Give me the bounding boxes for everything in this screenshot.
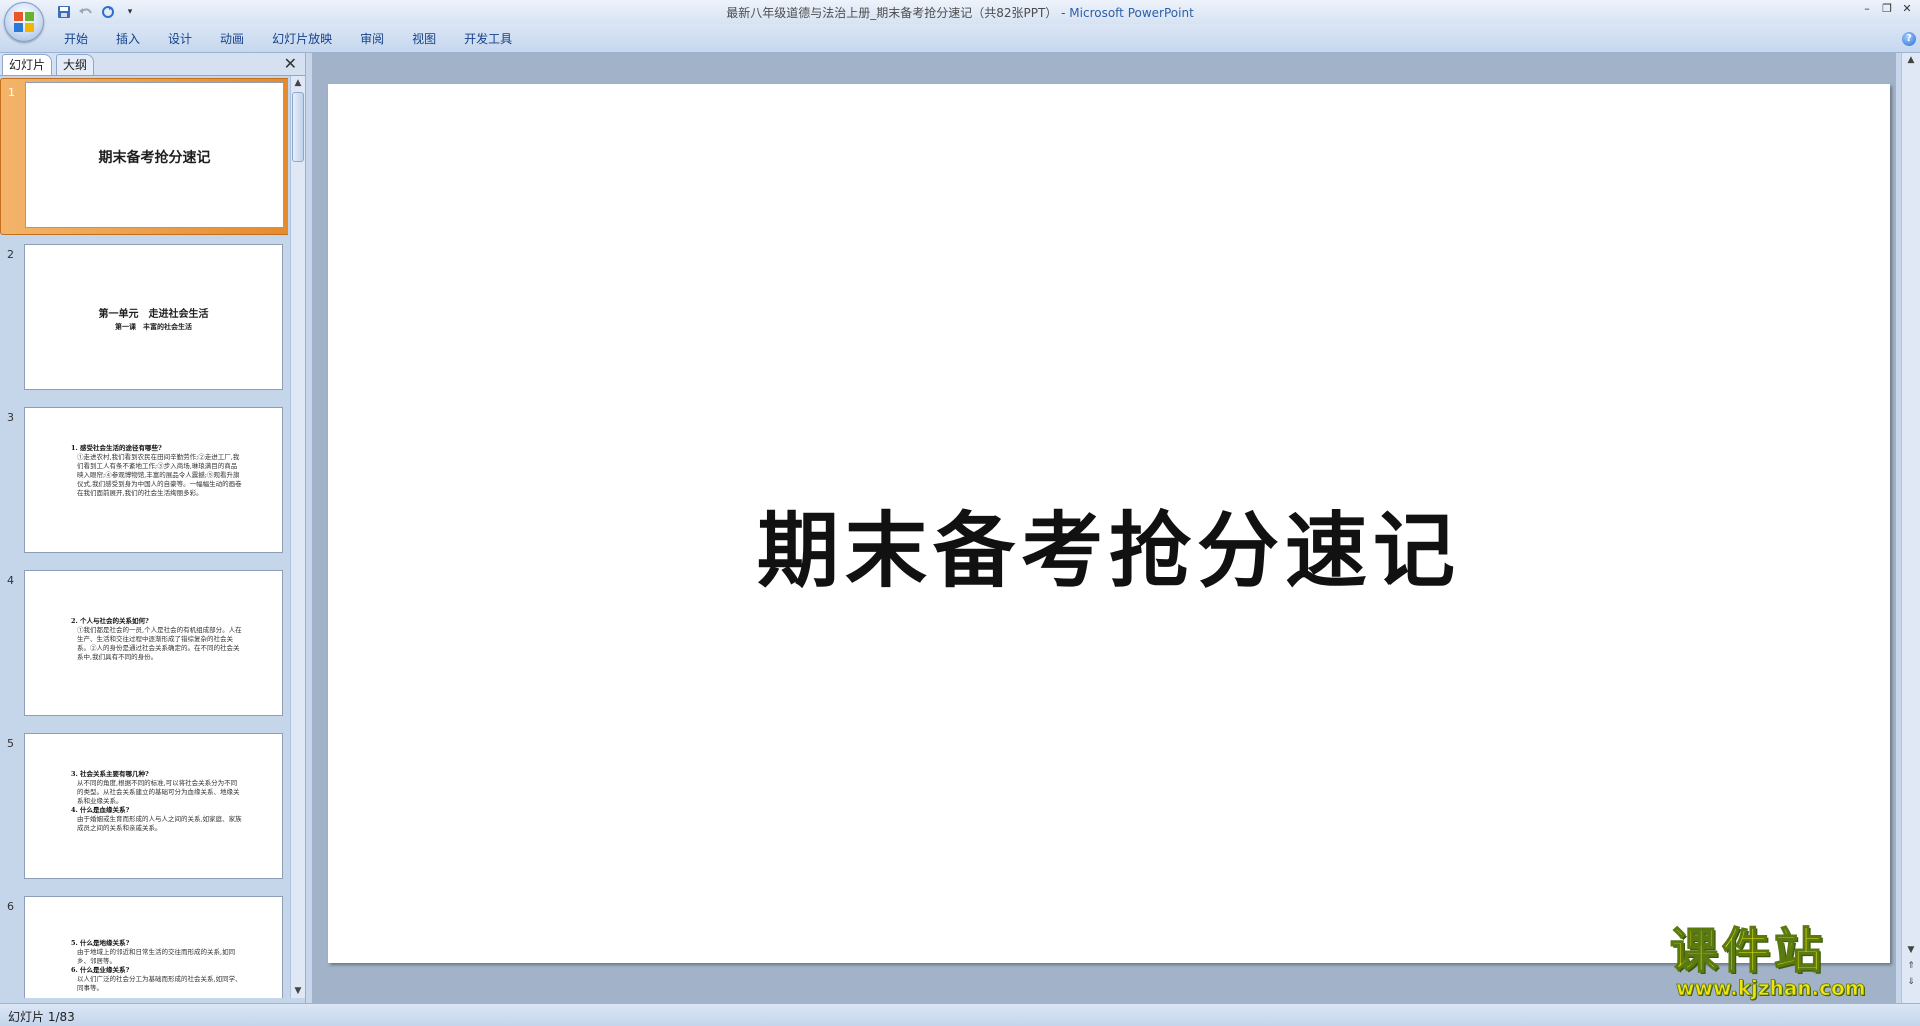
slide-number: 4 [7,574,14,587]
slide-thumbnail[interactable]: 1 期末备考抢分速记 [0,78,288,235]
main-scrollbar[interactable]: ▲ ▼ ⇑ ⇓ [1901,53,1920,1003]
slide-preview: 2. 个人与社会的关系如何? ①我们都是社会的一员,个人是社会的有机组成部分。人… [24,570,283,716]
slide-thumbnail[interactable]: 6 5. 什么是地缘关系? 由于地域上的邻近和日常生活的交往而形成的关系,如同乡… [0,893,288,998]
slide-preview: 3. 社会关系主要有哪几种? 从不同的角度,根据不同的标准,可以将社会关系分为不… [24,733,283,879]
tab-developer[interactable]: 开发工具 [450,30,526,48]
pane-tabs: 幻灯片 大纲 ✕ [0,53,305,76]
previous-slide-icon[interactable]: ⇑ [1902,959,1920,973]
close-button[interactable]: ✕ [1900,2,1914,16]
slide-thumbnail[interactable]: 5 3. 社会关系主要有哪几种? 从不同的角度,根据不同的标准,可以将社会关系分… [0,730,288,885]
slide-thumbnail[interactable]: 4 2. 个人与社会的关系如何? ①我们都是社会的一员,个人是社会的有机组成部分… [0,567,288,722]
office-logo-icon [14,12,34,32]
document-title: 最新八年级道德与法治上册_期末备考抢分速记（共82张PPT） [726,6,1058,20]
scroll-down-icon[interactable]: ▼ [1902,943,1920,957]
slide-number: 5 [7,737,14,750]
slide-thumbnail[interactable]: 2 第一单元 走进社会生活 第一课 丰富的社会生活 [0,241,288,396]
watermark-url: www.kjzhan.com [1676,976,1866,1000]
slide-preview-title: 第一单元 走进社会生活 [98,309,209,320]
slide-preview: 1. 感受社会生活的途径有哪些? ①走进农村,我们看到农民在田间辛勤劳作;②走进… [24,407,283,553]
slide-editor: 期末备考抢分速记 [312,53,1896,1003]
tab-insert[interactable]: 插入 [102,30,154,48]
help-icon[interactable]: ? [1902,32,1916,46]
tab-animations[interactable]: 动画 [206,30,258,48]
scroll-up-icon[interactable]: ▲ [1902,53,1920,67]
window-title: 最新八年级道德与法治上册_期末备考抢分速记（共82张PPT） - Microso… [726,6,1194,20]
ribbon-tabs: 开始 插入 设计 动画 幻灯片放映 审阅 视图 开发工具 [50,30,526,48]
slide-thumbnail[interactable]: 3 1. 感受社会生活的途径有哪些? ①走进农村,我们看到农民在田间辛勤劳作;②… [0,404,288,559]
slide-preview-subtitle: 第一课 丰富的社会生活 [115,322,192,331]
tab-review[interactable]: 审阅 [346,30,398,48]
title-bar: ▾ 最新八年级道德与法治上册_期末备考抢分速记（共82张PPT） - Micro… [0,0,1920,24]
slide-number: 2 [7,248,14,261]
pane-scrollbar[interactable]: ▲ ▼ [290,76,305,998]
slide-preview-body: 2. 个人与社会的关系如何? ①我们都是社会的一员,个人是社会的有机组成部分。人… [71,617,242,661]
tab-slide-show[interactable]: 幻灯片放映 [258,30,346,48]
watermark-logo: 课件站 www.kjzhan.com [1669,923,1900,1000]
slide-counter: 幻灯片 1/83 [8,1010,75,1024]
next-slide-icon[interactable]: ⇓ [1902,975,1920,989]
tab-view[interactable]: 视图 [398,30,450,48]
slide-preview-title: 期末备考抢分速记 [98,150,211,166]
slide-thumbnails: 1 期末备考抢分速记 2 第一单元 走进社会生活 第一课 丰富的社会生活 3 1… [0,76,288,998]
app-name: Microsoft PowerPoint [1069,6,1194,20]
slides-pane: 幻灯片 大纲 ✕ 1 期末备考抢分速记 2 第一单元 走进社会生活 第一课 丰富… [0,53,306,1003]
scroll-up-icon[interactable]: ▲ [291,76,305,90]
current-slide[interactable]: 期末备考抢分速记 [328,84,1890,963]
tab-home[interactable]: 开始 [50,30,102,48]
slide-number: 6 [7,900,14,913]
slide-preview: 第一单元 走进社会生活 第一课 丰富的社会生活 [24,244,283,390]
scroll-thumb[interactable] [292,92,304,162]
slide-number: 1 [8,86,15,99]
slide-preview: 5. 什么是地缘关系? 由于地域上的邻近和日常生活的交往而形成的关系,如同乡、邻… [24,896,283,998]
slide-preview: 期末备考抢分速记 [25,82,284,228]
watermark-title: 课件站 [1669,923,1827,979]
slide-preview-body: 5. 什么是地缘关系? 由于地域上的邻近和日常生活的交往而形成的关系,如同乡、邻… [71,939,242,992]
restore-button[interactable]: ❐ [1880,2,1894,16]
slide-preview-body: 3. 社会关系主要有哪几种? 从不同的角度,根据不同的标准,可以将社会关系分为不… [71,770,242,832]
tab-design[interactable]: 设计 [154,30,206,48]
office-button[interactable] [4,2,44,42]
slide-preview-body: 1. 感受社会生活的途径有哪些? ①走进农村,我们看到农民在田间辛勤劳作;②走进… [71,444,242,497]
slide-title[interactable]: 期末备考抢分速记 [328,484,1890,603]
tab-outline[interactable]: 大纲 [56,54,95,75]
close-pane-icon[interactable]: ✕ [284,55,297,73]
ribbon: 开始 插入 设计 动画 幻灯片放映 审阅 视图 开发工具 ? [0,24,1920,53]
window-controls: – ❐ ✕ [1860,2,1914,16]
slide-number: 3 [7,411,14,424]
status-bar: 幻灯片 1/83 [0,1003,1920,1026]
tab-slides[interactable]: 幻灯片 [2,54,53,75]
minimize-button[interactable]: – [1860,2,1874,16]
scroll-down-icon[interactable]: ▼ [291,984,305,998]
